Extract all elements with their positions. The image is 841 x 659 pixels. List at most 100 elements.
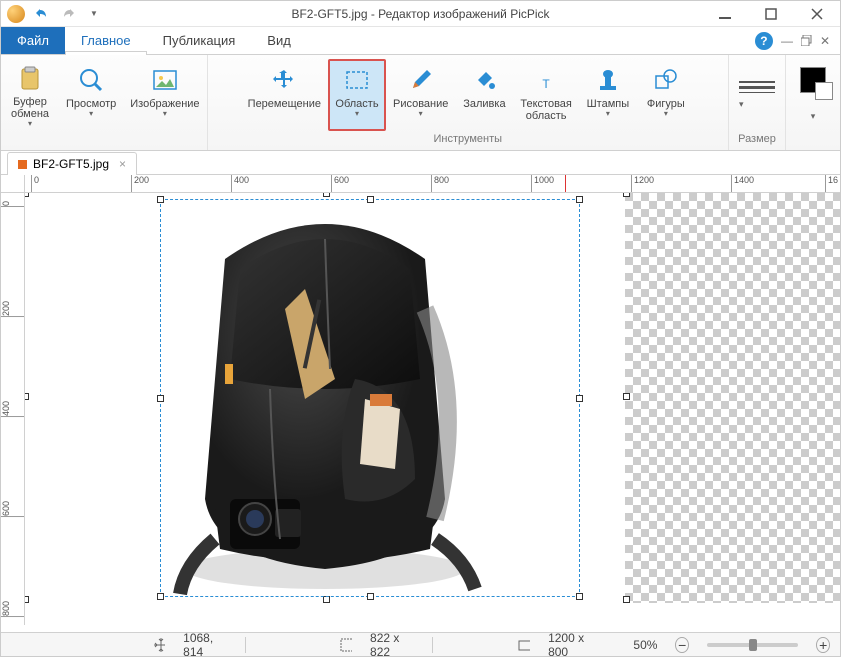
cursor-position: 1068, 814 xyxy=(183,631,227,659)
move-tool[interactable]: Перемещение xyxy=(241,59,328,131)
view-button[interactable]: Просмотр ▾ xyxy=(59,59,123,131)
title-bar: ▼ BF2-GFT5.jpg - Редактор изображений Pi… xyxy=(1,1,840,27)
zoom-slider-thumb[interactable] xyxy=(749,639,757,651)
clipboard-label: Буфер обмена xyxy=(11,96,49,120)
clipboard-button[interactable]: Буфер обмена ▾ xyxy=(1,59,59,131)
ruler-tick: 400 xyxy=(1,399,25,417)
undo-button[interactable] xyxy=(31,3,53,25)
zoom-in-button[interactable]: + xyxy=(816,637,830,653)
line-weight-icon[interactable] xyxy=(739,81,775,95)
selection-handle[interactable] xyxy=(367,196,374,203)
stamp-icon xyxy=(592,64,624,96)
group-label xyxy=(102,131,105,147)
ribbon-group-clipboard: Буфер обмена ▾ Просмотр ▾ Изображение ▾ xyxy=(1,55,208,150)
zoom-slider[interactable] xyxy=(707,643,798,647)
close-tab-button[interactable]: × xyxy=(119,157,126,171)
qat-dropdown[interactable]: ▼ xyxy=(83,3,105,25)
dropdown-caret-icon: ▾ xyxy=(606,110,610,118)
selection-handle[interactable] xyxy=(157,395,164,402)
image-button[interactable]: Изображение ▾ xyxy=(123,59,206,131)
inner-close-button[interactable]: ✕ xyxy=(820,34,830,48)
dropdown-caret-icon[interactable]: ▾ xyxy=(811,111,816,122)
status-bar: 1068, 814 822 x 822 1200 x 800 50% − + xyxy=(1,632,840,656)
canvas-handle[interactable] xyxy=(623,193,630,197)
ruler-tick: 16 xyxy=(825,175,838,193)
canvas-handle[interactable] xyxy=(323,193,330,197)
dropdown-caret-icon: ▾ xyxy=(28,120,32,128)
ruler-tick: 800 xyxy=(431,175,449,193)
brush-icon xyxy=(405,64,437,96)
minimize-button[interactable] xyxy=(702,1,748,27)
zoom-out-button[interactable]: − xyxy=(675,637,689,653)
dropdown-caret-icon[interactable]: ▾ xyxy=(739,99,775,110)
shapes-tool[interactable]: Фигуры ▾ xyxy=(637,59,695,131)
tab-publish[interactable]: Публикация xyxy=(147,27,252,54)
selection-handle[interactable] xyxy=(157,196,164,203)
canvas-handle[interactable] xyxy=(623,596,630,603)
vertical-ruler[interactable]: 0 200 400 600 800 xyxy=(1,193,25,625)
tab-main[interactable]: Главное xyxy=(65,27,147,54)
file-type-icon xyxy=(18,160,27,169)
ruler-corner xyxy=(1,175,25,193)
inner-minimize-button[interactable]: — xyxy=(781,34,793,48)
clipboard-icon xyxy=(14,64,46,94)
redo-button[interactable] xyxy=(57,3,79,25)
ruler-tick: 0 xyxy=(31,175,39,193)
selection-handle[interactable] xyxy=(157,593,164,600)
secondary-color[interactable] xyxy=(815,82,833,100)
selection-handle[interactable] xyxy=(576,395,583,402)
help-icon[interactable]: ? xyxy=(755,32,773,50)
fill-label: Заливка xyxy=(463,98,505,110)
ruler-tick: 0 xyxy=(1,199,25,207)
close-button[interactable] xyxy=(794,1,840,27)
document-tab[interactable]: BF2-GFT5.jpg × xyxy=(7,152,137,175)
text-tool[interactable]: T Текстовая область xyxy=(513,59,578,131)
ruler-tick: 800 xyxy=(1,599,25,617)
selection-handle[interactable] xyxy=(576,196,583,203)
canvas[interactable] xyxy=(25,193,840,625)
window-controls xyxy=(702,1,840,27)
ribbon-group-color: ▾ xyxy=(786,55,840,150)
canvas-size-icon xyxy=(518,638,530,652)
stamp-tool[interactable]: Штампы ▾ xyxy=(579,59,637,131)
ruler-tick: 1000 xyxy=(531,175,554,193)
shapes-icon xyxy=(650,64,682,96)
bucket-icon xyxy=(468,64,500,96)
inner-restore-button[interactable] xyxy=(801,35,812,46)
canvas-handle[interactable] xyxy=(25,596,29,603)
menu-bar: Файл Главное Публикация Вид ? — ✕ xyxy=(1,27,840,55)
canvas-handle[interactable] xyxy=(323,596,330,603)
ruler-tick: 600 xyxy=(1,499,25,517)
dropdown-caret-icon: ▾ xyxy=(89,110,93,118)
group-tools-label: Инструменты xyxy=(433,131,502,147)
draw-tool[interactable]: Рисование ▾ xyxy=(386,59,455,131)
primary-color[interactable] xyxy=(800,67,826,93)
file-menu[interactable]: Файл xyxy=(1,27,65,54)
dropdown-caret-icon: ▾ xyxy=(355,110,359,118)
canvas-handle[interactable] xyxy=(25,393,29,400)
selection-icon xyxy=(341,64,373,96)
tab-view[interactable]: Вид xyxy=(251,27,307,54)
move-label: Перемещение xyxy=(248,98,321,110)
ribbon-group-size: ▾ Размер xyxy=(729,55,786,150)
selection-marquee[interactable] xyxy=(160,199,580,597)
maximize-button[interactable] xyxy=(748,1,794,27)
horizontal-ruler[interactable]: 0 200 400 600 800 1000 1200 1400 16 xyxy=(25,175,840,193)
image-icon xyxy=(149,64,181,96)
canvas-handle[interactable] xyxy=(623,393,630,400)
canvas-handle[interactable] xyxy=(25,193,29,197)
selection-size: 822 x 822 xyxy=(370,631,414,659)
canvas-size: 1200 x 800 xyxy=(548,631,597,659)
dropdown-caret-icon: ▾ xyxy=(664,110,668,118)
area-tool[interactable]: Область ▾ xyxy=(328,59,386,131)
fill-tool[interactable]: Заливка xyxy=(455,59,513,131)
dropdown-caret-icon: ▾ xyxy=(163,110,167,118)
ruler-tick: 400 xyxy=(231,175,249,193)
selection-handle[interactable] xyxy=(576,593,583,600)
group-size-label: Размер xyxy=(738,131,776,147)
selection-handle[interactable] xyxy=(367,593,374,600)
color-swatch[interactable] xyxy=(794,61,832,99)
cursor-pos-icon xyxy=(154,638,166,652)
ruler-marker xyxy=(565,175,568,193)
work-area: 0 200 400 600 800 xyxy=(1,193,840,625)
